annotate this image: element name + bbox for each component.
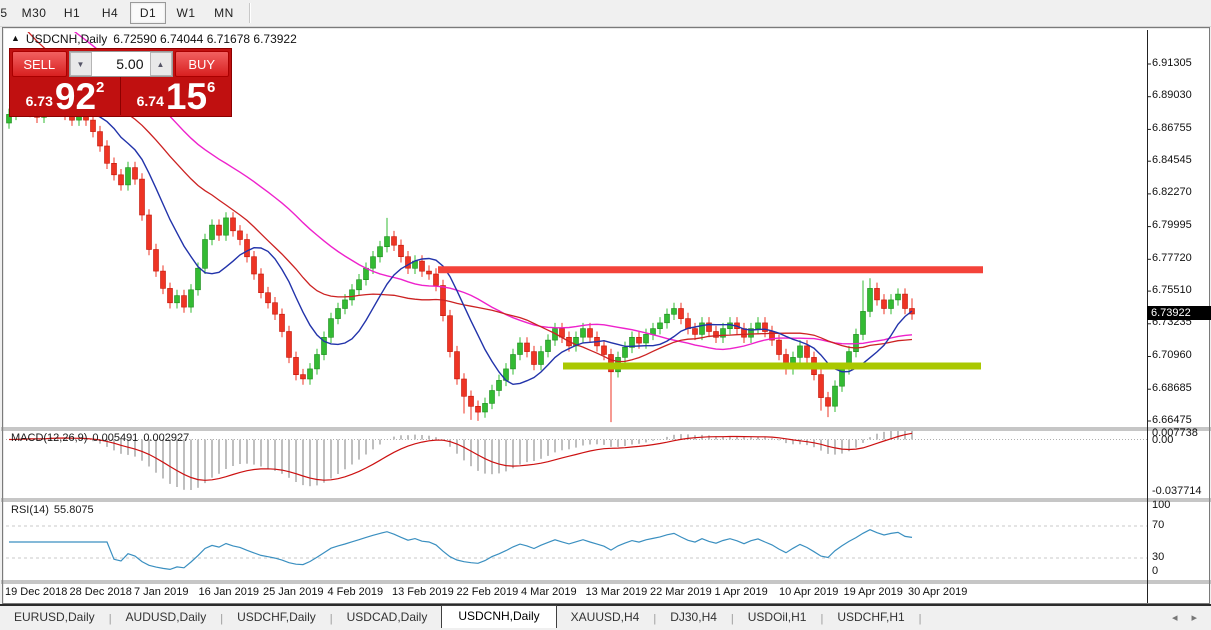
price-tick-label: 6.75510	[1152, 283, 1192, 296]
date-tick-label: 4 Mar 2019	[521, 586, 577, 598]
chart-title: ▲ USDCNH,Daily 6.72590 6.74044 6.71678 6…	[11, 32, 297, 46]
ohlc-quote-line: 6.72590 6.74044 6.71678 6.73922	[113, 32, 297, 46]
ask-big-figure: 15	[165, 76, 208, 117]
macd-axis-bottom: -0.037714	[1152, 485, 1202, 497]
collapse-arrow-icon[interactable]: ▲	[11, 33, 20, 43]
rsi-level-label: 70	[1152, 518, 1165, 531]
date-tick-label: 7 Jan 2019	[134, 586, 189, 598]
volume-increase-button[interactable]: ▲	[149, 52, 172, 76]
bid-prefix: 6.73	[25, 93, 53, 109]
one-click-trade-panel: SELL ▼ ▲ BUY 6.73 92 2 6.74 15 6	[9, 48, 232, 117]
price-tick-label: 6.77720	[1152, 251, 1192, 264]
tab-audusd-daily[interactable]: AUDUSD,Daily	[112, 607, 221, 628]
volume-input[interactable]	[91, 52, 150, 76]
ask-price-display[interactable]: 6.74 15 6	[121, 77, 231, 115]
tab-usdoil-h1[interactable]: USDOil,H1	[734, 607, 821, 628]
price-tick-label: 6.66475	[1152, 413, 1192, 426]
date-tick-label: 22 Mar 2019	[650, 586, 712, 598]
price-tick-label: 6.89030	[1152, 89, 1192, 102]
tabs-scroll-left-icon[interactable]: ◂	[1172, 611, 1178, 624]
tab-eurusd-daily[interactable]: EURUSD,Daily	[0, 607, 109, 628]
rsi-level-label: 100	[1152, 498, 1171, 511]
date-tick-label: 16 Jan 2019	[198, 586, 260, 598]
symbol-name: USDCNH,Daily	[25, 32, 108, 46]
rsi-level-label: 0	[1152, 564, 1159, 577]
tab-usdchf-h1[interactable]: USDCHF,H1	[823, 607, 918, 628]
rsi-indicator-label: RSI(14) 55.8075	[11, 504, 94, 516]
date-tick-label: 13 Mar 2019	[585, 586, 648, 598]
date-tick-label: 4 Feb 2019	[327, 586, 384, 598]
price-tick-label: 6.86755	[1152, 121, 1192, 134]
chart-window: ▲ USDCNH,Daily 6.72590 6.74044 6.71678 6…	[1, 27, 1211, 604]
price-tick-label: 6.82270	[1152, 186, 1192, 199]
macd-value-1: 0.005491	[92, 432, 139, 444]
date-tick-label: 10 Apr 2019	[779, 586, 839, 598]
bid-big-figure: 92	[54, 76, 97, 117]
sell-button[interactable]: SELL	[12, 51, 67, 77]
price-tick-label: 6.79995	[1152, 219, 1192, 232]
macd-indicator-label: MACD(12,26,9) 0.005491 0.002927	[11, 432, 189, 444]
ask-prefix: 6.74	[136, 93, 164, 109]
rsi-name: RSI(14)	[11, 504, 49, 516]
chart-tab-bar: EURUSD,Daily | AUDUSD,Daily | USDCHF,Daily…	[0, 604, 1211, 628]
price-tick-label: 6.70960	[1152, 349, 1192, 362]
terminal-window: 5 M30 H1 H4 D1 W1 MN ▲ USDCNH,Daily 6.72…	[0, 0, 1211, 630]
date-tick-label: 25 Jan 2019	[263, 586, 324, 598]
price-tick-label: 6.84545	[1152, 153, 1192, 166]
macd-value-2: 0.002927	[143, 432, 190, 444]
ask-pipette: 6	[207, 79, 216, 96]
rsi-level-label: 30	[1152, 550, 1165, 563]
date-tick-label: 1 Apr 2019	[714, 586, 768, 598]
date-tick-label: 13 Feb 2019	[392, 586, 454, 598]
current-price-tag: 6.73922	[1147, 305, 1211, 320]
date-tick-label: 28 Dec 2018	[69, 586, 132, 598]
volume-decrease-button[interactable]: ▼	[69, 52, 92, 76]
date-tick-label: 30 Apr 2019	[908, 586, 968, 598]
tab-dj30-h4[interactable]: DJ30,H4	[656, 607, 731, 628]
bid-price-display[interactable]: 6.73 92 2	[10, 77, 121, 115]
volume-stepper: ▼ ▲	[68, 51, 173, 77]
buy-button[interactable]: BUY	[174, 51, 229, 77]
price-tick-label: 6.91305	[1152, 56, 1192, 69]
date-tick-label: 19 Dec 2018	[5, 586, 68, 598]
tabs-scroll-right-icon[interactable]: ▸	[1191, 611, 1197, 624]
tab-divider: |	[918, 613, 922, 625]
tab-xauusd-h4[interactable]: XAUUSD,H4	[557, 607, 654, 628]
macd-name: MACD(12,26,9)	[11, 432, 88, 444]
date-tick-label: 22 Feb 2019	[456, 586, 519, 598]
tab-usdchf-daily[interactable]: USDCHF,Daily	[223, 607, 330, 628]
date-tick-label: 19 Apr 2019	[843, 586, 903, 598]
tab-usdcnh-daily[interactable]: USDCNH,Daily	[441, 605, 557, 628]
bid-pipette: 2	[96, 79, 105, 96]
tab-usdcad-daily[interactable]: USDCAD,Daily	[333, 607, 442, 628]
rsi-value: 55.8075	[53, 504, 94, 516]
macd-axis-overlap: 0.00	[1152, 434, 1174, 446]
price-tick-label: 6.68685	[1152, 381, 1192, 394]
